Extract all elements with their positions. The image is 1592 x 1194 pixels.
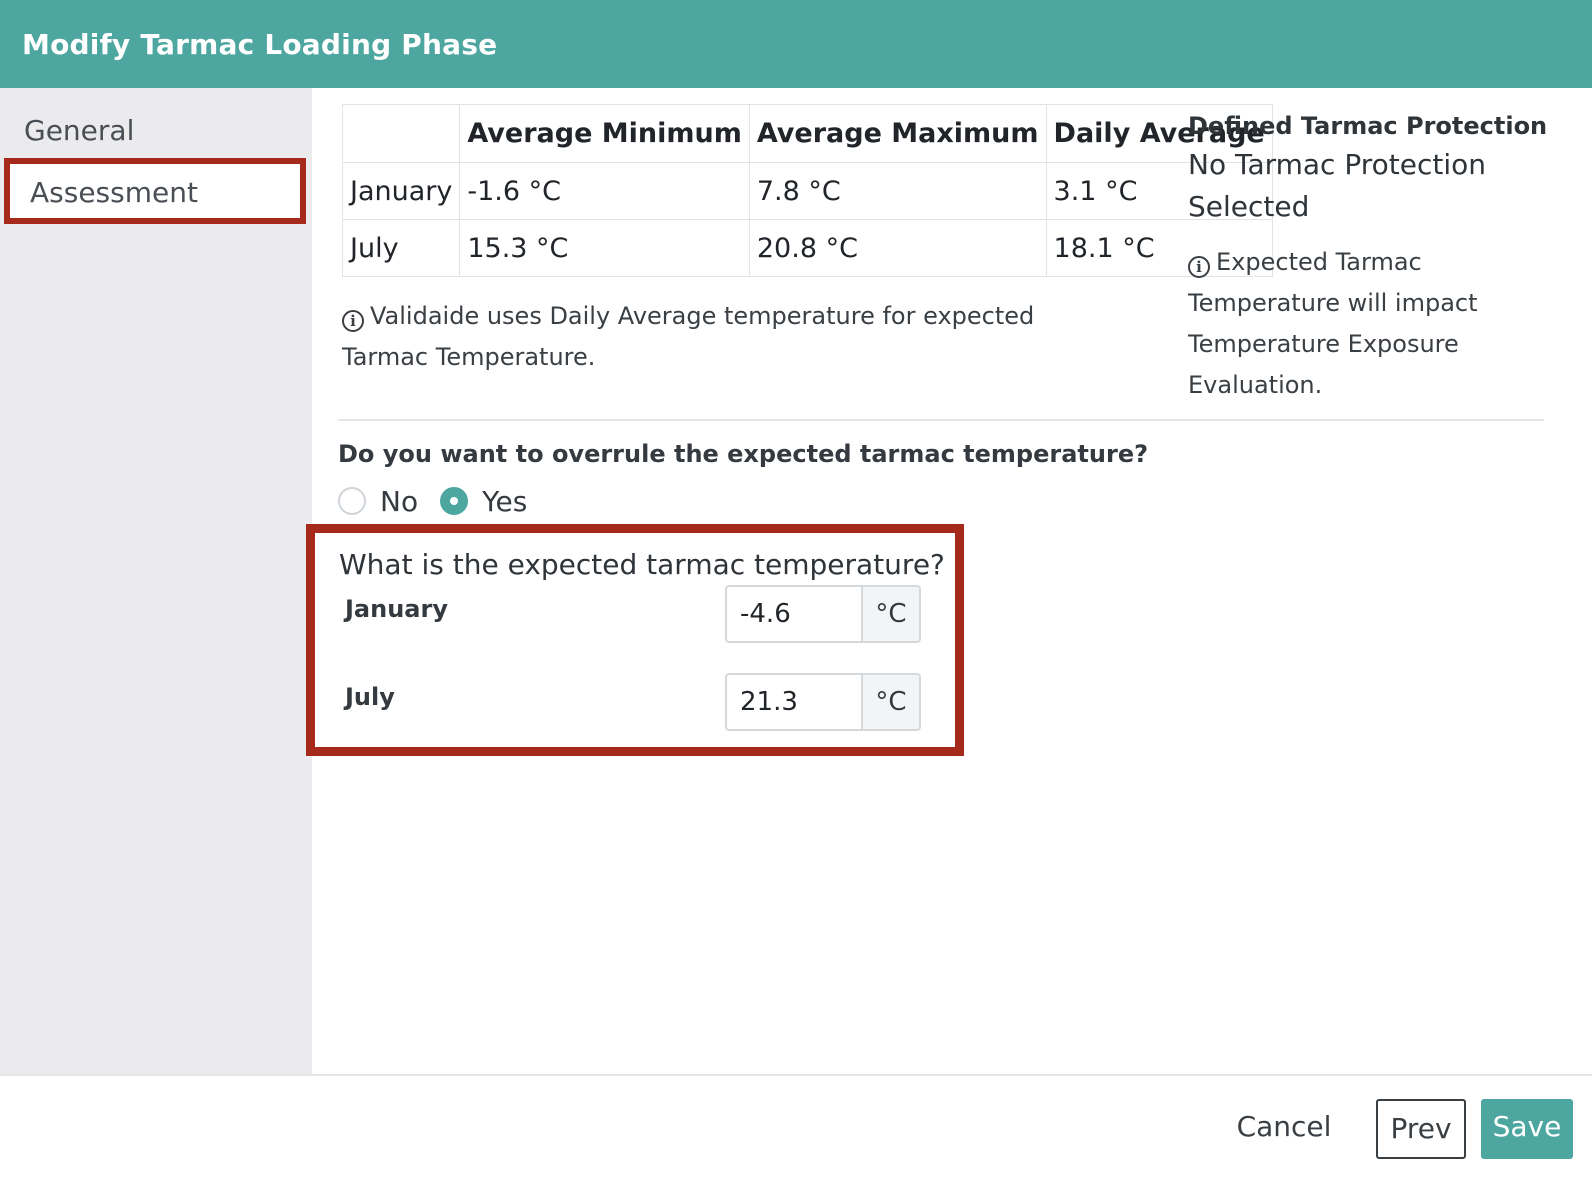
cancel-button[interactable]: Cancel [1236,1099,1332,1159]
sidebar-item-general[interactable]: General [0,108,312,154]
july-temperature-input[interactable] [725,673,861,731]
overrule-radio-group: No Yes [338,482,549,520]
radio-yes[interactable]: Yes [440,485,527,518]
dialog-header: Modify Tarmac Loading Phase [0,0,1592,88]
info-circle-icon: i [1188,256,1210,278]
info-circle-icon: i [342,310,364,332]
protection-note: i Expected Tarmac Temperature will impact… [1188,242,1568,406]
table-cell: -1.6 °C [459,162,750,220]
daily-average-note: i Validaide uses Daily Average temperatur… [342,296,1102,378]
january-temperature-group: °C [725,585,921,643]
unit-addon: °C [861,673,921,731]
radio-no[interactable]: No [338,485,418,518]
january-label: January [345,595,448,623]
sidebar-item-assessment[interactable]: Assessment [4,158,306,224]
table-header-cell: Average Maximum [748,104,1047,163]
expected-temperature-section: What is the expected tarmac temperature?… [306,524,964,756]
dialog-title: Modify Tarmac Loading Phase [22,27,498,61]
table-cell-month: July [341,219,461,277]
radio-label-no[interactable]: No [380,485,418,518]
unit-addon: °C [861,585,921,643]
table-cell: 7.8 °C [748,162,1047,220]
table-header-cell [341,104,461,163]
sidebar: General Assessment [0,88,312,1086]
table-row: July 15.3 °C 20.8 °C 18.1 °C [341,219,1273,277]
radio-circle-selected[interactable] [440,487,469,515]
protection-title: Defined Tarmac Protection [1188,112,1548,140]
table-row: January -1.6 °C 7.8 °C 3.1 °C [341,162,1273,220]
table-header-cell: Average Minimum [459,104,750,163]
prev-button[interactable]: Prev [1376,1099,1466,1159]
protection-panel: Defined Tarmac Protection No Tarmac Prot… [1188,108,1568,406]
radio-circle[interactable] [338,487,366,515]
january-temperature-input[interactable] [725,585,861,643]
overrule-question: Do you want to overrule the expected tar… [338,440,1149,468]
july-temperature-group: °C [725,673,921,731]
climate-table: Average Minimum Average Maximum Daily Av… [341,104,1273,277]
main-content: Average Minimum Average Maximum Daily Av… [306,88,1592,1086]
expected-temperature-question: What is the expected tarmac temperature? [339,548,945,581]
save-button[interactable]: Save [1481,1099,1573,1159]
note-text: Validaide uses Daily Average temperature… [342,302,1035,371]
table-cell: 20.8 °C [748,219,1047,277]
july-label: July [345,683,395,711]
table-cell: 15.3 °C [459,219,750,277]
section-divider [338,419,1544,421]
protection-note-text: Expected Tarmac Temperature will impact … [1188,248,1478,399]
table-header-row: Average Minimum Average Maximum Daily Av… [341,104,1273,163]
table-cell-month: January [341,162,461,220]
radio-label-yes[interactable]: Yes [482,485,527,518]
dialog-footer: Cancel Prev Save [0,1074,1592,1194]
protection-value: No Tarmac Protection Selected [1188,148,1487,223]
